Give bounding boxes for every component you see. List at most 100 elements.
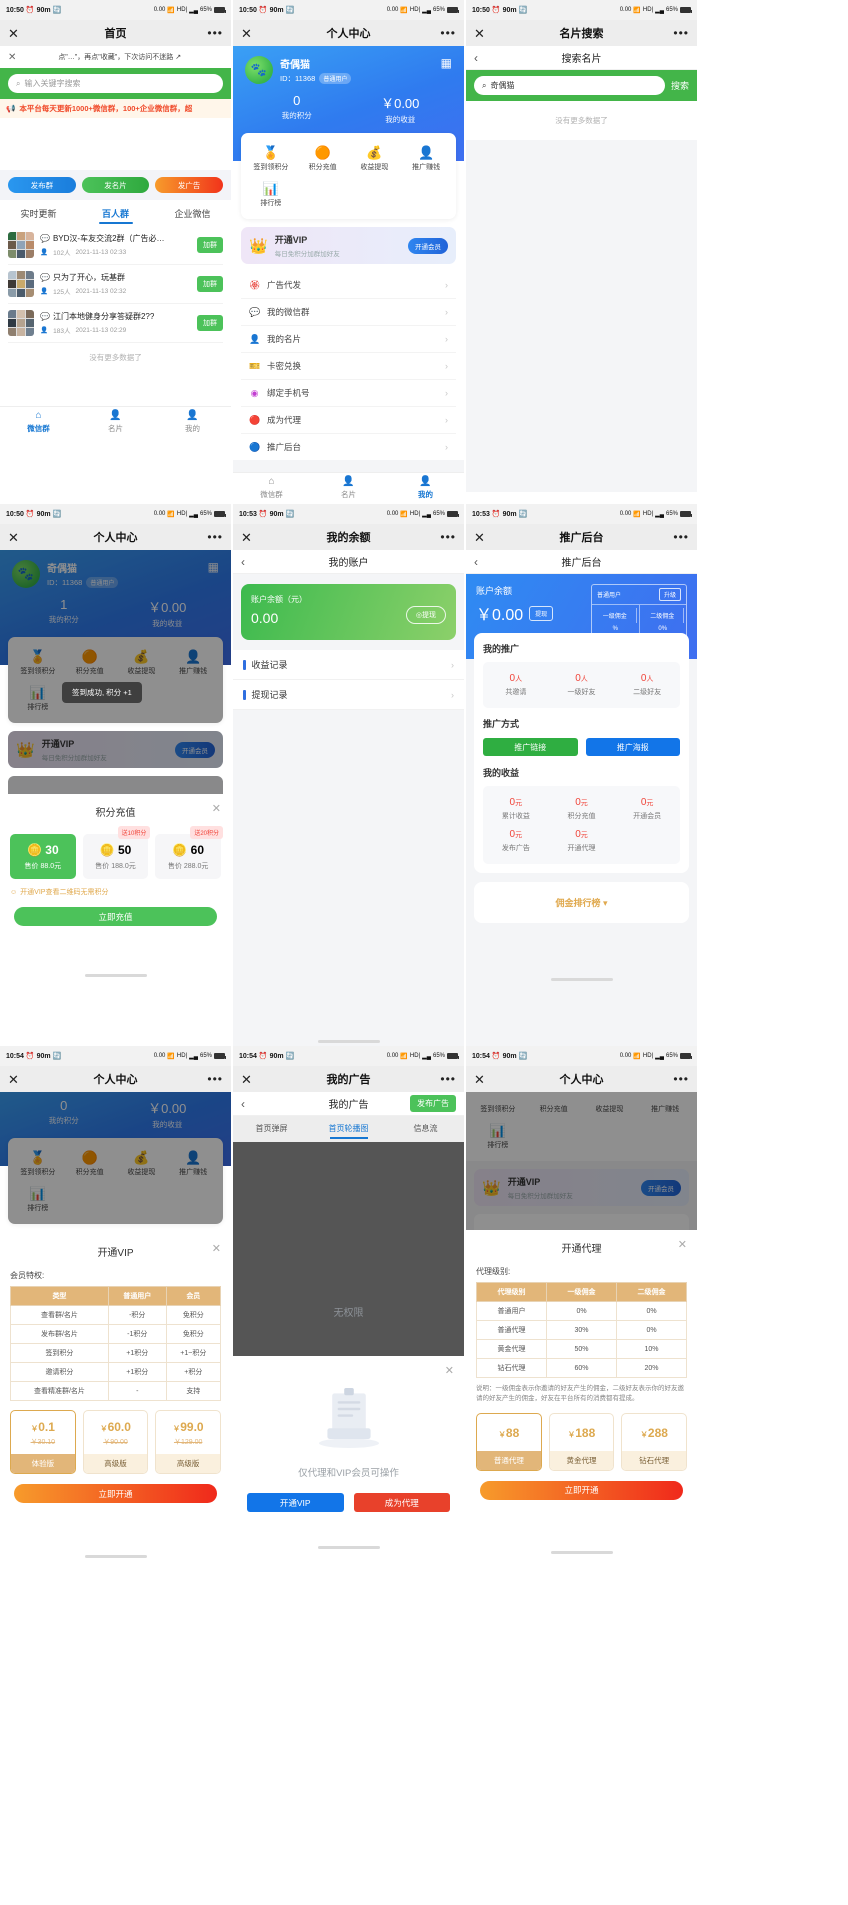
status-netspeed: 0.00 xyxy=(153,1053,166,1059)
tabbar-item-mine[interactable]: 👤 我的 xyxy=(154,407,231,438)
quick-promote[interactable]: 👤 推广赚钱 xyxy=(400,141,452,177)
moneybag-icon: 💰 xyxy=(366,145,383,160)
menu-item-promote-backend[interactable]: 🔵 推广后台 › xyxy=(241,434,456,460)
tabbar-item-groups[interactable]: ⌂ 微信群 xyxy=(0,407,77,438)
tab-realtime[interactable]: 实时更新 xyxy=(0,200,77,226)
package-option[interactable]: 送20积分 🪙 60 售价 288.0元 xyxy=(155,826,224,879)
close-icon[interactable]: ✕ xyxy=(445,1364,454,1377)
close-icon[interactable]: ✕ xyxy=(8,27,19,40)
quick-signin[interactable]: 🏅 签到领积分 xyxy=(245,141,297,177)
crown-icon: 👑 xyxy=(249,237,268,255)
close-icon[interactable]: ✕ xyxy=(212,802,221,815)
publish-ad-button[interactable]: 发广告 xyxy=(155,177,224,193)
close-icon[interactable]: ✕ xyxy=(241,1073,252,1086)
menu-item-my-cards[interactable]: 👤 我的名片 › xyxy=(241,326,456,353)
stat-income[interactable]: ￥0.00 我的收益 xyxy=(349,93,453,125)
vip-banner[interactable]: 👑 开通VIP 每日免积分加群加好友 开通会员 xyxy=(241,227,456,264)
plan-option[interactable]: ￥88 普通代理 xyxy=(476,1412,542,1471)
close-icon[interactable]: ✕ xyxy=(8,1073,19,1086)
tabbar-item-cards[interactable]: 👤 名片 xyxy=(310,473,387,504)
avatar[interactable]: 🐾 xyxy=(245,56,273,84)
more-icon[interactable]: ••• xyxy=(207,530,223,544)
more-icon[interactable]: ••• xyxy=(440,26,456,40)
quick-withdraw[interactable]: 💰 收益提现 xyxy=(349,141,401,177)
close-icon[interactable]: ✕ xyxy=(212,1242,221,1255)
promote-link-button[interactable]: 推广链接 xyxy=(483,738,578,756)
tabbar-item-cards[interactable]: 👤 名片 xyxy=(77,407,154,438)
more-icon[interactable]: ••• xyxy=(207,26,223,40)
plan-option[interactable]: ￥288 钻石代理 xyxy=(621,1412,688,1471)
more-icon[interactable]: ••• xyxy=(207,1072,223,1086)
tip-close-icon[interactable]: ✕ xyxy=(8,52,16,63)
close-icon[interactable]: ✕ xyxy=(678,1238,687,1251)
menu-item-become-agent[interactable]: 🔴 成为代理 › xyxy=(241,407,456,434)
menu-item-my-groups[interactable]: 💬 我的微信群 › xyxy=(241,299,456,326)
close-icon[interactable]: ✕ xyxy=(474,531,485,544)
become-agent-button[interactable]: 成为代理 xyxy=(353,1493,450,1512)
publish-group-button[interactable]: 发布群 xyxy=(8,177,76,193)
status-netspeed: 0.00 xyxy=(619,1053,632,1059)
more-icon[interactable]: ••• xyxy=(673,26,689,40)
open-vip-button[interactable]: 开通VIP xyxy=(247,1493,344,1512)
cell: 免积分 xyxy=(165,1324,222,1344)
quick-recharge[interactable]: 🟠 积分充值 xyxy=(297,141,349,177)
publish-ad-button[interactable]: 发布广告 xyxy=(410,1095,456,1112)
signal-icon: ▂▄ xyxy=(422,511,431,518)
menu-item-card-redeem[interactable]: 🎫 卡密兑换 › xyxy=(241,353,456,380)
recharge-now-button[interactable]: 立即充值 xyxy=(14,907,217,926)
stat-points[interactable]: 0 我的积分 xyxy=(245,93,349,125)
tab-hundred[interactable]: 百人群 xyxy=(77,200,154,226)
tab-carousel[interactable]: 首页轮播图 xyxy=(310,1116,387,1142)
more-icon[interactable]: ••• xyxy=(440,1072,456,1086)
vip-join-button[interactable]: 开通会员 xyxy=(408,237,448,254)
more-icon[interactable]: ••• xyxy=(440,530,456,544)
withdraw-button[interactable]: 提现 xyxy=(529,605,554,621)
list-item[interactable]: 💬 BYD汉-车友交流2群（广告必… 👤 102人 2021-11-13 02:… xyxy=(8,226,223,265)
menu-item-bind-phone[interactable]: ◉ 绑定手机号 › xyxy=(241,380,456,407)
action-pills: 发布群 发名片 发广告 xyxy=(0,170,231,200)
tabbar-item-groups[interactable]: ⌂ 微信群 xyxy=(233,473,310,504)
list-item[interactable]: 💬 只为了开心，玩基群 👤 125人 2021-11-13 02:32 加群 xyxy=(8,265,223,304)
close-icon[interactable]: ✕ xyxy=(8,531,19,544)
status-hd: HD| xyxy=(409,7,421,13)
qrcode-icon[interactable]: ▦ xyxy=(441,56,452,70)
join-button[interactable]: 加群 xyxy=(197,237,223,253)
withdraw-button[interactable]: ◎提现 xyxy=(405,606,446,624)
quick-rank[interactable]: 📊 排行榜 xyxy=(245,177,297,213)
package-option[interactable]: 送10积分 🪙 50 售价 188.0元 xyxy=(82,826,151,879)
more-icon[interactable]: ••• xyxy=(673,1072,689,1086)
promote-poster-button[interactable]: 推广海报 xyxy=(585,738,680,756)
package-option[interactable]: 🪙 30 售价 88.0元 xyxy=(10,834,76,879)
search-input[interactable]: ⌕ 输入关键字搜索 xyxy=(8,74,223,93)
close-icon[interactable]: ✕ xyxy=(474,27,485,40)
search-input[interactable]: ⌕ 奇偶猫 xyxy=(474,76,665,95)
plan-option[interactable]: ￥99.0 ￥129.00 高级版 xyxy=(155,1410,222,1474)
search-button[interactable]: 搜索 xyxy=(671,79,689,92)
close-icon[interactable]: ✕ xyxy=(241,27,252,40)
link-withdraw-records[interactable]: 提现记录 › xyxy=(233,680,464,710)
activate-vip-button[interactable]: 立即开通 xyxy=(14,1484,217,1503)
horn-icon: 📢 xyxy=(6,104,16,113)
tab-enterprise[interactable]: 企业微信 xyxy=(154,200,231,226)
close-icon[interactable]: ✕ xyxy=(241,531,252,544)
commission-rank-card[interactable]: 佣金排行榜 ▾ xyxy=(474,882,689,923)
more-icon[interactable]: ••• xyxy=(673,530,689,544)
join-button[interactable]: 加群 xyxy=(197,276,223,292)
tabbar-item-mine[interactable]: 👤 我的 xyxy=(387,473,464,504)
join-button[interactable]: 加群 xyxy=(197,315,223,331)
plan-option[interactable]: ￥0.1 ￥30.10 体验版 xyxy=(10,1410,76,1474)
notice-banner[interactable]: 📢 本平台每天更新1000+微信群，100+企业微信群，超 xyxy=(0,99,231,118)
menu-item-ad-agent[interactable]: 🏵 广告代发 › xyxy=(241,272,456,299)
plan-option[interactable]: ￥60.0 ￥90.00 高级版 xyxy=(82,1410,149,1474)
plan-option[interactable]: ￥188 黄金代理 xyxy=(548,1412,615,1471)
upgrade-button[interactable]: 升级 xyxy=(658,588,681,601)
search-bar: ⌕ 奇偶猫 搜索 xyxy=(466,70,697,101)
app-nav: ‹ 我的账户 xyxy=(233,550,464,574)
close-icon[interactable]: ✕ xyxy=(474,1073,485,1086)
activate-agent-button[interactable]: 立即开通 xyxy=(480,1480,683,1500)
link-income-records[interactable]: 收益记录 › xyxy=(233,650,464,680)
tab-feed[interactable]: 信息流 xyxy=(387,1116,464,1142)
list-item[interactable]: 💬 江门本地健身分享答疑群2?? 👤 183人 2021-11-13 02:29… xyxy=(8,304,223,343)
tab-popup[interactable]: 首页弹屏 xyxy=(233,1116,310,1142)
publish-card-button[interactable]: 发名片 xyxy=(81,177,150,193)
